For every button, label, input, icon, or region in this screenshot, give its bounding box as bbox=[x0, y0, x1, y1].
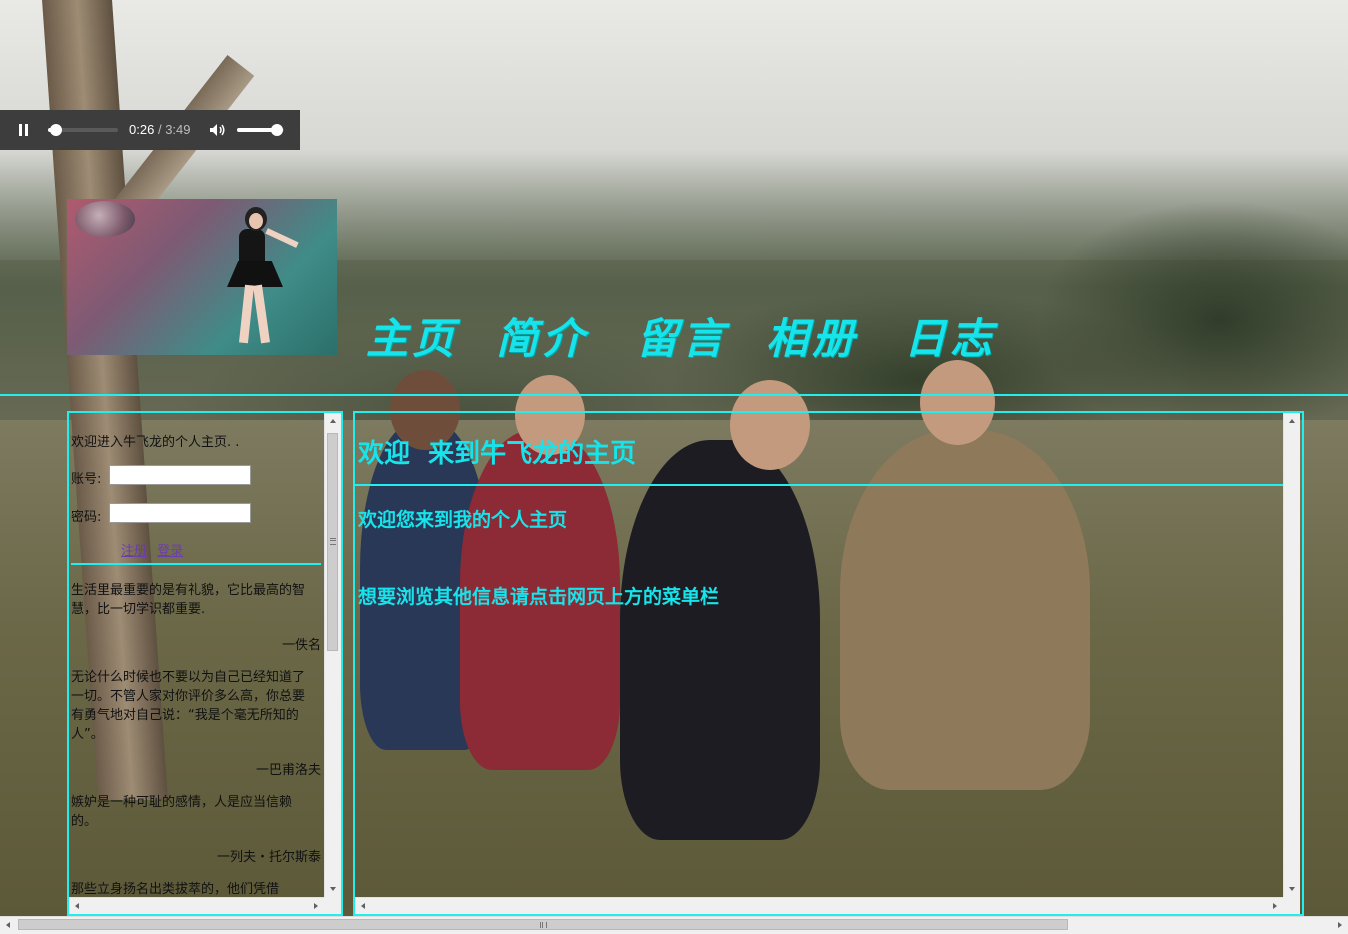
volume-slider[interactable] bbox=[237, 124, 284, 136]
nav-item-home[interactable]: 主页 bbox=[366, 305, 458, 366]
account-input[interactable] bbox=[109, 465, 251, 485]
scroll-up-arrow[interactable] bbox=[325, 413, 341, 430]
welcome-text: 欢迎进入牛飞龙的个人主页. . bbox=[71, 435, 240, 450]
duration: 3:49 bbox=[165, 122, 191, 137]
password-label: 密码: bbox=[71, 510, 102, 525]
scroll-right-arrow[interactable] bbox=[307, 898, 324, 914]
register-link[interactable]: 注册 bbox=[121, 544, 147, 559]
sidebar-frame: 欢迎进入牛飞龙的个人主页. . 账号: 密码: 注册 登录 生活里最重要的是有礼… bbox=[67, 411, 343, 916]
scroll-thumb[interactable] bbox=[327, 433, 338, 651]
nav-item-intro[interactable]: 简介 bbox=[496, 305, 588, 366]
page-title: 欢迎 来到牛飞龙的主页 bbox=[358, 439, 637, 469]
quote-text: 那些立身扬名出类拔萃的，他们凭借 bbox=[71, 882, 280, 897]
scroll-left-arrow[interactable] bbox=[0, 917, 17, 934]
audio-player[interactable]: 0:26 / 3:49 bbox=[0, 110, 300, 150]
welcome-message: 欢迎您来到我的个人主页 bbox=[358, 509, 568, 531]
pause-icon[interactable] bbox=[19, 124, 29, 136]
login-link[interactable]: 登录 bbox=[157, 544, 183, 559]
quote-text: 生活里最重要的是有礼貌，它比最高的智慧，比一切学识都重要. bbox=[71, 583, 306, 617]
time-separator: / bbox=[157, 122, 162, 137]
sidebar-content: 欢迎进入牛飞龙的个人主页. . 账号: 密码: 注册 登录 生活里最重要的是有礼… bbox=[71, 413, 321, 898]
scroll-left-arrow[interactable] bbox=[355, 898, 372, 914]
menu-hint-message: 想要浏览其他信息请点击网页上方的菜单栏 bbox=[358, 586, 720, 608]
sidebar-horizontal-scrollbar[interactable] bbox=[69, 897, 324, 914]
nav-item-guestbook[interactable]: 留言 bbox=[636, 305, 728, 366]
nav-item-blog[interactable]: 日志 bbox=[904, 305, 996, 366]
time-display: 0:26 / 3:49 bbox=[129, 122, 191, 137]
site-logo-image bbox=[67, 199, 337, 355]
scroll-thumb[interactable] bbox=[18, 919, 1068, 930]
quote-text: 嫉妒是一种可耻的感情，人是应当信赖的。 bbox=[71, 795, 293, 829]
scrollbar-corner bbox=[1283, 897, 1300, 914]
title-divider bbox=[355, 484, 1283, 486]
main-horizontal-scrollbar[interactable] bbox=[355, 897, 1283, 914]
quote-author: 一佚名 bbox=[281, 638, 321, 653]
scroll-right-arrow[interactable] bbox=[1266, 898, 1283, 914]
auth-links: 注册 登录 bbox=[121, 540, 189, 559]
quote-author: 一巴甫洛夫 bbox=[255, 763, 321, 778]
scroll-up-arrow[interactable] bbox=[1284, 413, 1300, 430]
volume-thumb[interactable] bbox=[270, 124, 283, 136]
scroll-down-arrow[interactable] bbox=[1284, 880, 1300, 897]
seek-slider[interactable] bbox=[48, 124, 118, 136]
main-frame: 欢迎 来到牛飞龙的主页 欢迎您来到我的个人主页 想要浏览其他信息请点击网页上方的… bbox=[353, 411, 1304, 916]
quote-author: 一列夫・托尔斯泰 bbox=[216, 850, 321, 865]
page-horizontal-scrollbar[interactable] bbox=[0, 916, 1348, 934]
scroll-right-arrow[interactable] bbox=[1331, 917, 1348, 934]
main-vertical-scrollbar[interactable] bbox=[1283, 413, 1300, 897]
sidebar-vertical-scrollbar[interactable] bbox=[324, 413, 341, 897]
main-content: 欢迎 来到牛飞龙的主页 欢迎您来到我的个人主页 想要浏览其他信息请点击网页上方的… bbox=[355, 413, 1283, 898]
seek-thumb[interactable] bbox=[49, 124, 62, 136]
login-divider bbox=[71, 563, 321, 565]
quote-text: 无论什么时候也不要以为自己已经知道了一切。不管人家对你评价多么高，你总要有勇气地… bbox=[71, 670, 306, 742]
nav-item-album[interactable]: 相册 bbox=[766, 305, 858, 366]
scrollbar-corner bbox=[324, 897, 341, 914]
scroll-left-arrow[interactable] bbox=[69, 898, 86, 914]
password-input[interactable] bbox=[109, 503, 251, 523]
account-label: 账号: bbox=[71, 472, 102, 487]
current-time: 0:26 bbox=[129, 122, 155, 137]
volume-icon[interactable] bbox=[209, 123, 227, 137]
header-divider bbox=[0, 394, 1348, 396]
scroll-down-arrow[interactable] bbox=[325, 880, 341, 897]
